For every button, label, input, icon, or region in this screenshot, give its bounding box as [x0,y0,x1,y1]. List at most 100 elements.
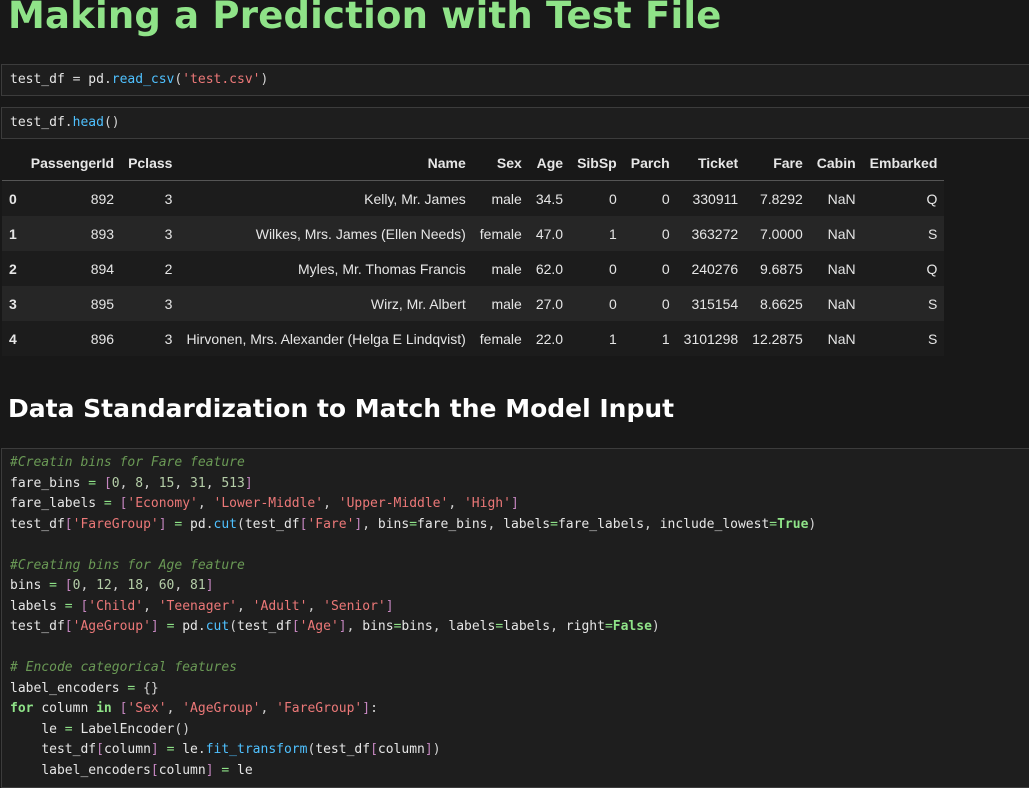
table-cell: NaN [827,260,856,277]
table-cell: male [491,260,522,277]
table-cell: NaN [827,295,856,312]
code-line: fare_labels = ['Economy', 'Lower-Middle'… [10,496,519,511]
table-cell: 1 [608,330,617,347]
table-cell: 895 [90,295,115,312]
column-header [2,146,24,181]
table-cell: 892 [90,190,115,207]
code-line: test_df['AgeGroup'] = pd.cut(test_df['Ag… [10,619,660,634]
code-line: test_df[column] = le.fit_transform(test_… [41,742,441,757]
table-cell: Q [926,190,938,207]
code-cell-head[interactable]: test_df.head() [1,107,1029,139]
column-header: SibSp [577,155,617,171]
table-cell: 12.2875 [752,330,803,347]
column-header: Cabin [816,155,856,171]
table-cell: 0 [608,295,617,312]
table-cell: 22.0 [535,330,564,347]
column-header: Ticket [697,155,739,171]
table-cell: 0 [661,260,670,277]
column-header: Pclass [128,155,173,171]
table-cell: 3 [164,295,173,312]
table-cell: 0 [661,190,670,207]
column-header: PassengerId [30,155,115,171]
row-index: 4 [9,330,17,347]
table-cell: 7.0000 [759,225,803,242]
table-body: 0 892 3 Kelly, Mr. James male 34.5 0 0 330911 7.8… [2,180,945,356]
table-cell: 47.0 [535,225,564,242]
row-index: 2 [9,260,17,277]
column-header: Parch [630,155,670,171]
table-cell: S [928,330,938,347]
row-index: 1 [9,225,17,242]
table-cell: Myles, Mr. Thomas Francis [298,260,466,277]
page-title: Making a Prediction with Test File [8,0,722,37]
table-cell: female [479,330,522,347]
row-index: 3 [9,295,17,312]
code-comment-line: # Encode categorical features [10,660,237,675]
table-cell: 3 [164,225,173,242]
table-cell: 3 [164,190,173,207]
table-cell: S [928,225,938,242]
code-cell-read-csv[interactable]: test_df = pd.read_csv('test.csv') [1,64,1029,96]
table-cell: 7.8292 [759,190,803,207]
table-cell: S [928,295,938,312]
code-line: for column in ['Sex', 'AgeGroup', 'FareG… [10,701,378,716]
table-cell: 363272 [691,225,739,242]
table-cell: 8.6625 [759,295,803,312]
table-row: 0 892 3 Kelly, Mr. James male 34.5 0 0 330911 7.8… [2,180,945,216]
code-line: label_encoders[column] = le [41,762,253,778]
table-cell: 62.0 [535,260,564,277]
column-header: Fare [773,155,803,171]
column-header: Name [427,155,466,171]
table-cell: 34.5 [535,190,564,207]
table-row: 1 893 3 Wilkes, Mrs. James (Ellen Needs) fem… [2,216,945,251]
table-cell: 240276 [691,260,739,277]
section-heading: Data Standardization to Match the Model … [8,394,675,423]
table-cell: 894 [90,260,115,277]
table-cell: 0 [661,295,670,312]
code-comment-line: #Creating bins for Age feature [10,557,245,573]
table-row: 4 896 3 Hirvonen, Mrs. Alexander (Helga E L… [2,321,945,356]
table-cell: 3 [164,330,173,347]
table-cell: NaN [827,225,856,242]
code-comment-line: #Creatin bins for Fare feature [10,455,245,470]
code-line: le = LabelEncoder() [41,721,191,737]
code-line: fare_bins = [0, 8, 15, 31, 513] [10,475,253,491]
table-cell: Q [926,260,938,277]
table-cell: Hirvonen, Mrs. Alexander (Helga E Lindqv… [186,330,466,347]
table-cell: 1 [661,330,670,347]
table-cell: 0 [608,190,617,207]
code-line: bins = [0, 12, 18, 60, 81] [10,578,214,593]
table-cell: 27.0 [535,295,564,312]
table-cell: 330911 [692,190,739,207]
table-row: 3 895 3 Wirz, Mr. Albert male 27.0 0 0 315154 8.6… [2,286,945,321]
code-line: labels = ['Child', 'Teenager', 'Adult', … [10,598,394,614]
table-cell: male [491,190,522,207]
table-cell: Wilkes, Mrs. James (Ellen Needs) [255,225,466,242]
table-cell: female [479,225,522,242]
column-header: Age [536,155,564,171]
table-cell: male [491,295,522,312]
table-cell: 0 [661,225,670,242]
table-row: 2 894 2 Myles, Mr. Thomas Francis male 62.0 0 0… [2,251,945,286]
column-header: Embarked [869,155,938,171]
dataframe-output-table: PassengerId Pclass Name Sex Age SibSp Parch Tic… [2,146,945,356]
table-cell: Kelly, Mr. James [364,190,466,207]
table-cell: 1 [608,225,617,242]
table-cell: 896 [90,330,115,347]
table-header-row: PassengerId Pclass Name Sex Age SibSp Parch Tic… [2,146,945,181]
table-cell: 0 [608,260,617,277]
table-cell: 315154 [691,295,739,312]
code-cell-standardization[interactable]: #Creatin bins for Fare feature fare_bins … [1,448,1029,788]
table-cell: NaN [827,190,856,207]
table-cell: 3101298 [683,330,739,347]
code-line: label_encoders = {} [10,680,159,696]
column-header: Sex [496,155,522,171]
table-cell: 9.6875 [759,260,803,277]
table-cell: Wirz, Mr. Albert [370,295,466,312]
code-line: test_df.head() [10,115,120,130]
table-cell: 893 [90,225,115,242]
code-line: test_df['FareGroup'] = pd.cut(test_df['F… [10,516,817,532]
code-line: test_df = pd.read_csv('test.csv') [10,72,269,87]
